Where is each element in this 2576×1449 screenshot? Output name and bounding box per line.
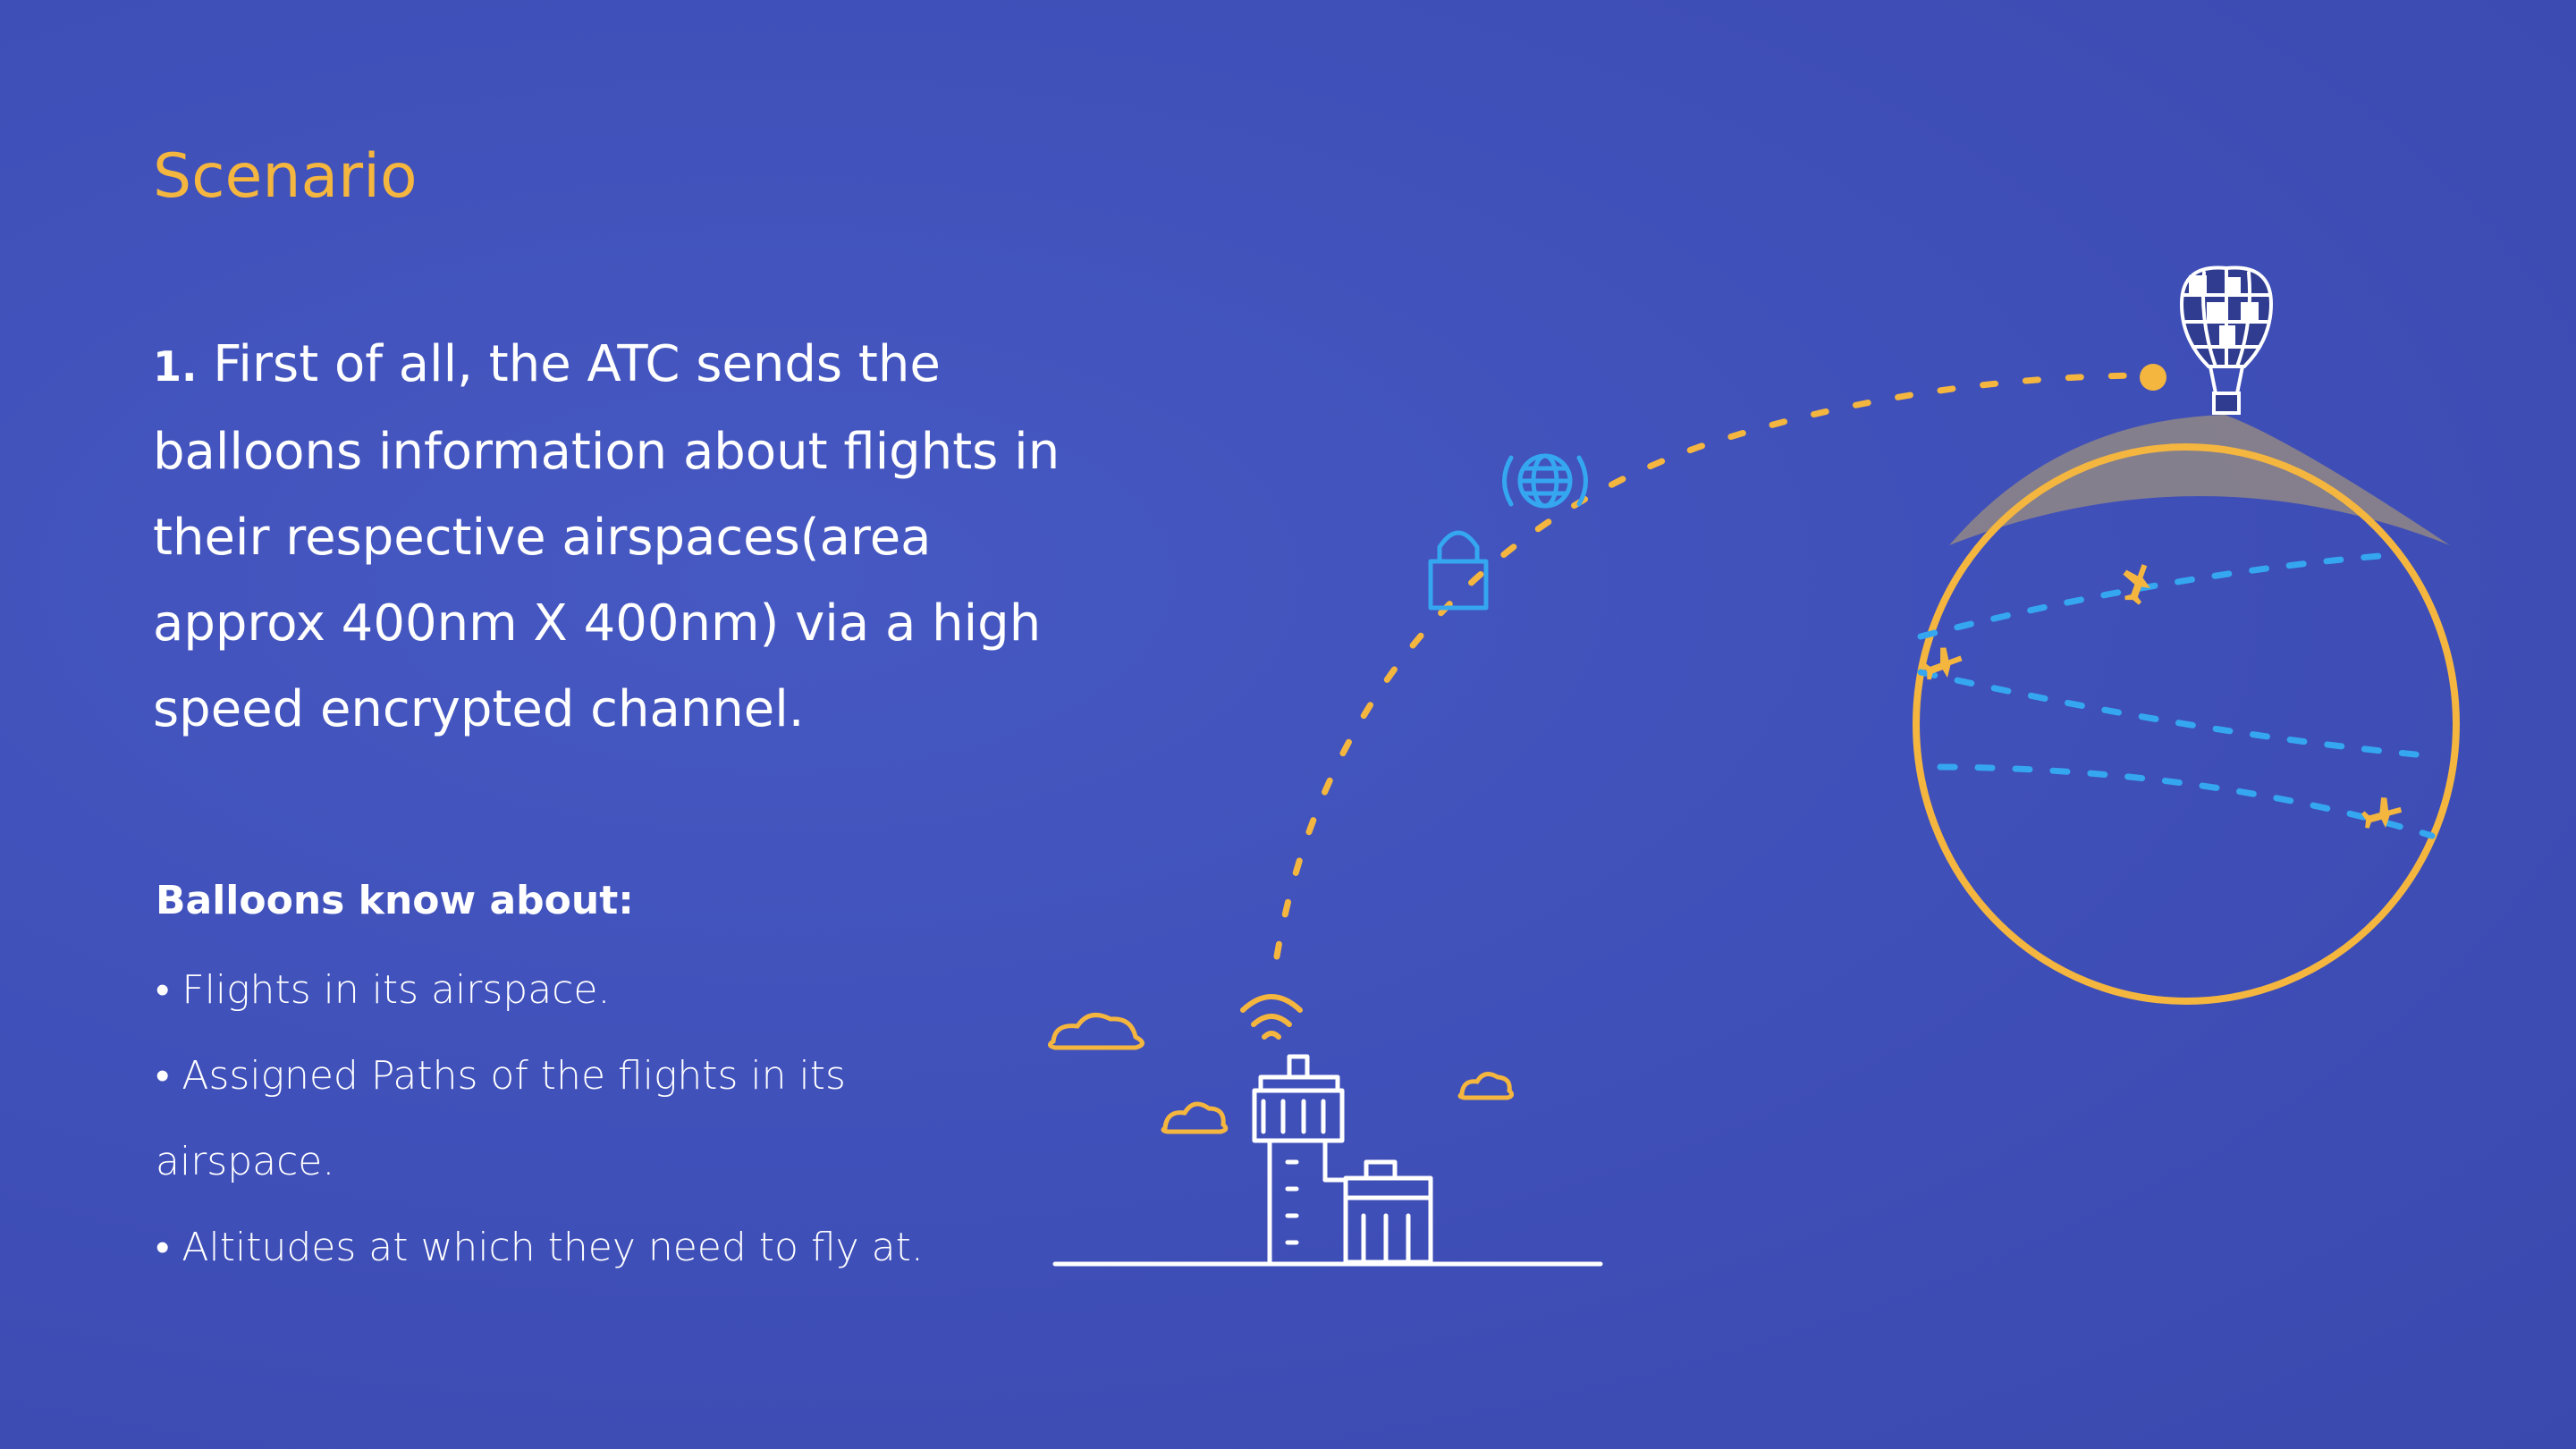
hot-air-balloon-icon <box>2179 265 2274 415</box>
slide: Scenario 1. First of all, the ATC sends … <box>0 0 2576 1449</box>
illustration <box>1048 265 2460 1267</box>
cloud-icon <box>1161 1101 1229 1134</box>
signal-dot <box>2140 364 2166 391</box>
flight-paths <box>1917 551 2436 839</box>
transmission-path <box>1273 372 2154 960</box>
cloud-icon <box>1048 1013 1144 1050</box>
air-traffic-control-tower-icon <box>1252 1054 1433 1267</box>
lock-icon <box>1428 530 1489 611</box>
airplane-icon <box>2123 564 2150 605</box>
globe-icon <box>1502 453 1588 509</box>
cloud-icon <box>1457 1071 1515 1100</box>
wifi-signal-icon <box>1240 994 1303 1040</box>
